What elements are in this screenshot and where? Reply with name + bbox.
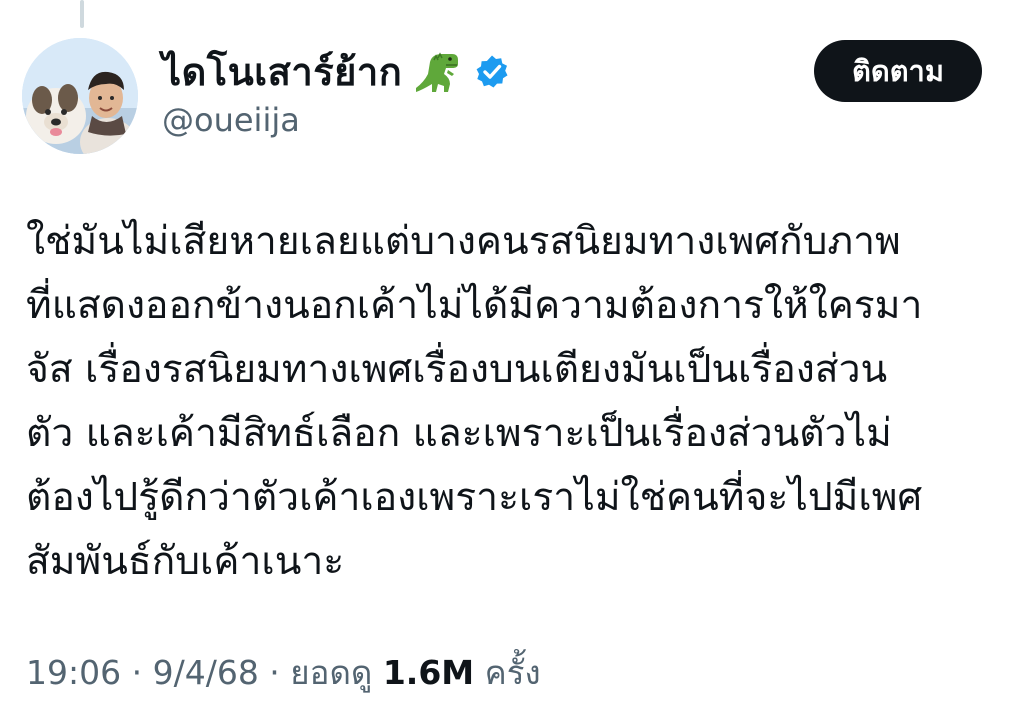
tweet-text-line: ที่แสดงออกข้างนอกเค้าไม่ได้มีความต้องการ… — [26, 283, 923, 328]
tweet-text: ใช่มันไม่เสียหายเลยแต่บางคนรสนิยมทางเพศก… — [26, 210, 1006, 594]
meta-separator: · — [258, 653, 291, 692]
verified-badge-icon[interactable] — [474, 54, 510, 90]
views-label: ยอดดู — [290, 653, 373, 692]
tweet-date[interactable]: 9/4/68 — [153, 653, 259, 692]
t-rex-emoji-icon — [410, 48, 464, 96]
avatar[interactable] — [22, 38, 138, 154]
tweet-time[interactable]: 19:06 — [26, 653, 121, 692]
tweet-meta: 19:06 · 9/4/68 · ยอดดู 1.6M ครั้ง — [26, 656, 541, 689]
tweet-text-line: ต้องไปรู้ดีกว่าตัวเค้าเองเพราะเราไม่ใช่ค… — [26, 475, 923, 520]
avatar-image — [22, 38, 138, 154]
tweet-header: ไดโนเสาร์ย้าก @oueiija ติดตาม — [22, 38, 982, 154]
tweet-text-line: ตัว และเค้ามีสิทธ์เลือก และเพราะเป็นเรื่… — [26, 411, 892, 456]
views-unit: ครั้ง — [484, 653, 541, 692]
follow-button[interactable]: ติดตาม — [814, 40, 982, 102]
author-name-row: ไดโนเสาร์ย้าก — [162, 42, 510, 102]
tweet-text-line: จัส เรื่องรสนิยมทางเพศเรื่องบนเตียงมันเป… — [26, 347, 888, 392]
meta-separator: · — [121, 653, 153, 692]
thread-connector-line — [80, 0, 84, 28]
author-display-name[interactable]: ไดโนเสาร์ย้าก — [162, 53, 402, 91]
tweet-text-line: ใช่มันไม่เสียหายเลยแต่บางคนรสนิยมทางเพศก… — [26, 219, 901, 264]
views-count: 1.6M — [382, 653, 475, 692]
author-handle[interactable]: @oueiija — [162, 104, 300, 136]
tweet-text-line: สัมพันธ์กับเค้าเนาะ — [26, 539, 345, 584]
